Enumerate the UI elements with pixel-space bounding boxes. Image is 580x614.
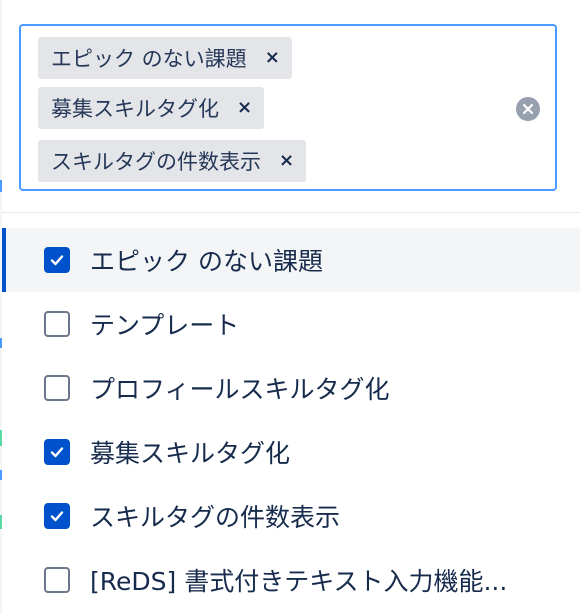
option-label: [ReDS] 書式付きテキスト入力機能... — [90, 567, 508, 596]
checkbox-checked[interactable] — [44, 503, 70, 529]
option-item[interactable]: 募集スキルタグ化 — [2, 420, 580, 484]
close-icon[interactable]: × — [237, 99, 252, 117]
background-edge-mark — [0, 180, 2, 192]
tag-label: スキルタグの件数表示 — [51, 150, 261, 174]
tag-label: エピック のない課題 — [51, 47, 247, 71]
multi-select-dropdown: エピック のない課題 × 募集スキルタグ化 × スキルタグの件数表示 × エピッ… — [0, 0, 580, 614]
option-label: テンプレート — [90, 311, 240, 340]
selected-tag: エピック のない課題 × — [38, 37, 292, 79]
checkbox-checked[interactable] — [44, 439, 70, 465]
option-label: スキルタグの件数表示 — [90, 503, 341, 532]
option-item[interactable]: プロフィールスキルタグ化 — [2, 356, 580, 420]
option-label: 募集スキルタグ化 — [90, 439, 291, 468]
option-item[interactable]: スキルタグの件数表示 — [2, 484, 580, 548]
option-label: プロフィールスキルタグ化 — [90, 375, 390, 404]
option-item[interactable]: テンプレート — [2, 292, 580, 356]
close-icon[interactable]: × — [265, 49, 280, 67]
checkbox-checked[interactable] — [44, 247, 70, 273]
checkbox-unchecked[interactable] — [44, 311, 70, 337]
close-icon[interactable]: × — [279, 152, 294, 170]
checkbox-unchecked[interactable] — [44, 375, 70, 401]
menu-divider — [2, 212, 580, 213]
checkbox-unchecked[interactable] — [44, 567, 70, 593]
selected-tag: 募集スキルタグ化 × — [38, 87, 265, 129]
option-item[interactable]: [ReDS] 書式付きテキスト入力機能... — [2, 548, 580, 612]
select-control[interactable]: エピック のない課題 × 募集スキルタグ化 × スキルタグの件数表示 × — [19, 24, 557, 191]
tag-label: 募集スキルタグ化 — [51, 97, 219, 121]
checkmark-icon — [50, 255, 64, 266]
clear-x-glyph — [522, 103, 534, 115]
option-item[interactable]: エピック のない課題 — [2, 228, 580, 292]
selected-tag: スキルタグの件数表示 × — [38, 140, 307, 182]
clear-circle-icon[interactable] — [516, 97, 540, 121]
option-label: エピック のない課題 — [90, 247, 323, 276]
checkmark-icon — [50, 511, 64, 522]
checkmark-icon — [50, 447, 64, 458]
